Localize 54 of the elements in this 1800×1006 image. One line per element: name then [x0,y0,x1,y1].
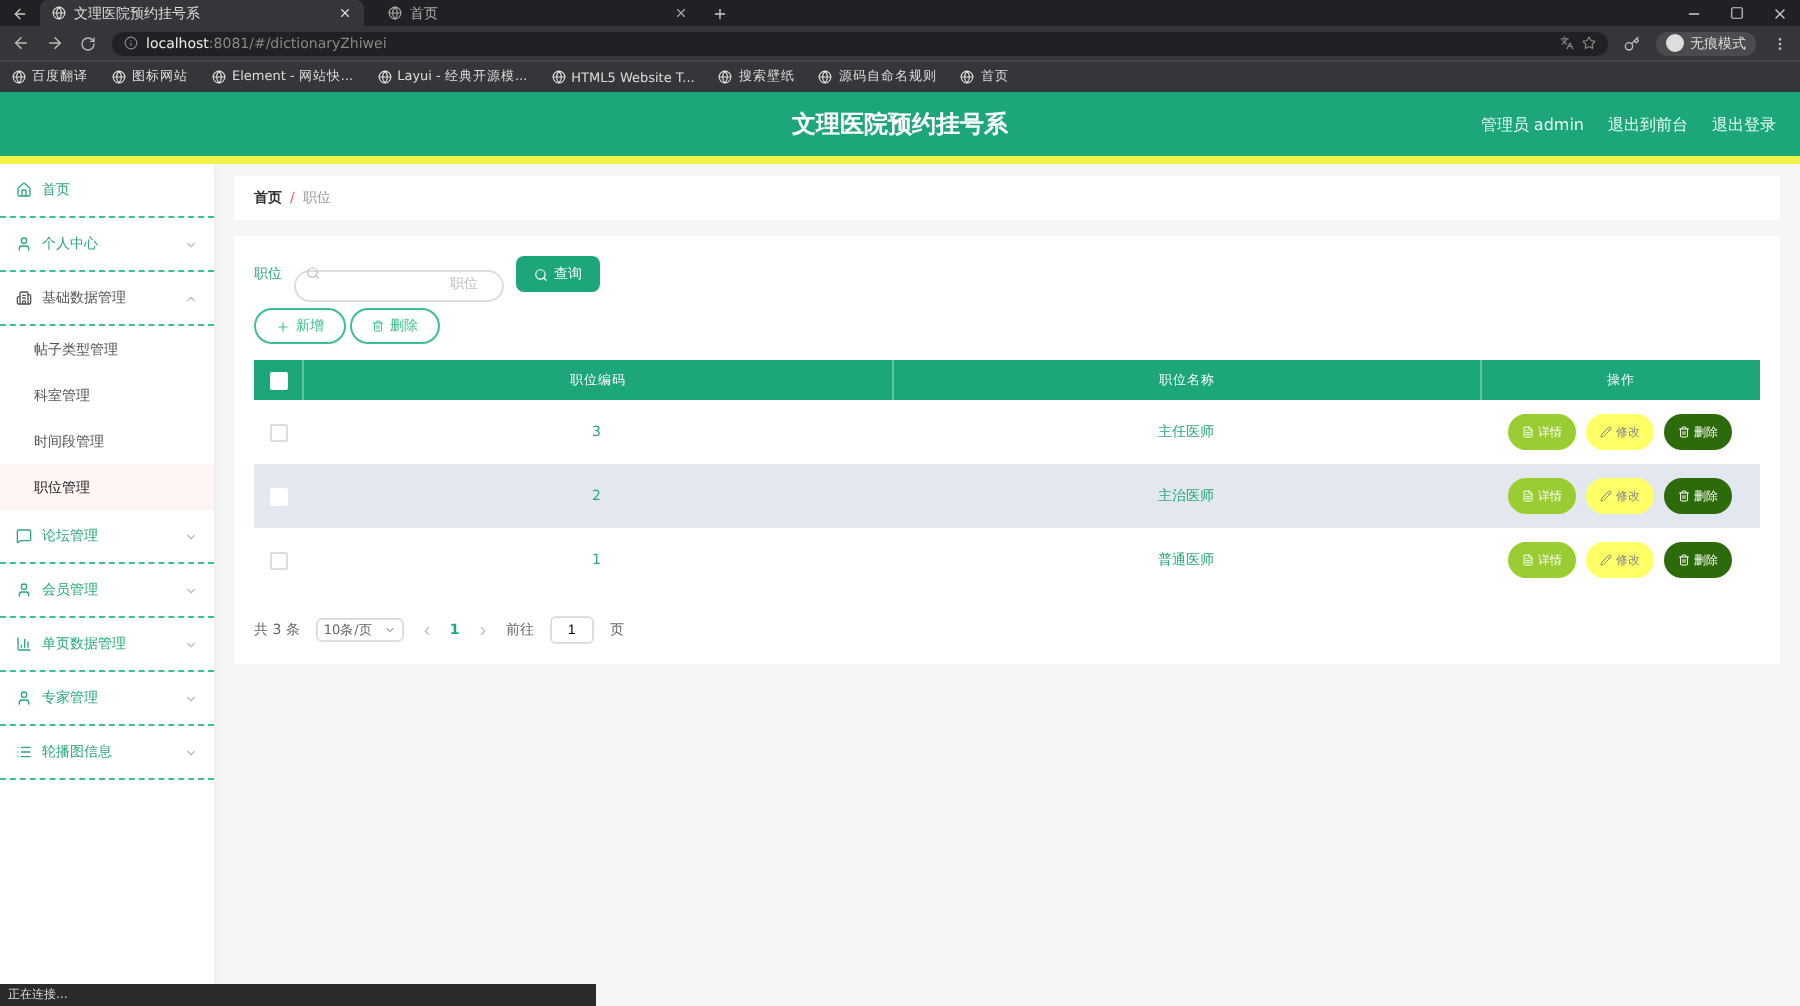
chevron-icon [184,637,198,651]
globe-icon [960,70,975,84]
back-icon[interactable] [12,34,30,52]
chat-icon [16,528,32,544]
document-icon [1522,554,1534,566]
user-icon [16,582,32,598]
reload-icon[interactable] [80,35,96,51]
plus-icon [276,319,290,333]
trash-icon [1678,554,1690,566]
document-icon [1522,426,1534,438]
search-icon [534,267,548,281]
globe-icon [12,70,26,84]
bar-chart-icon [16,636,32,652]
globe-icon [388,6,402,20]
user-icon [16,236,32,252]
pencil-icon [1600,426,1612,438]
forward-icon[interactable] [46,34,64,52]
home-icon [16,182,32,198]
translate-icon[interactable] [1560,36,1574,50]
chevron-icon [383,624,396,636]
globe-icon [718,70,733,84]
app-title: 文理医院预约挂号系 [792,107,1008,141]
globe-icon [212,70,226,84]
chevron-icon [184,291,198,305]
trash-icon [1678,490,1690,502]
new-tab-icon[interactable] [712,5,728,21]
trash-icon [372,320,384,332]
building-icon [16,290,32,306]
globe-icon [52,6,66,20]
list-icon [16,744,32,760]
globe-icon [112,70,126,84]
user-icon [16,690,32,706]
globe-icon [551,70,566,84]
chevron-icon [184,745,198,759]
chevron-icon [184,529,198,543]
trash-icon [1678,426,1690,438]
back-icon[interactable] [12,5,28,21]
globe-icon [377,70,392,84]
chevron-icon [184,691,198,705]
globe-icon [818,70,833,84]
info-icon[interactable] [124,36,138,50]
key-icon[interactable] [1624,35,1640,51]
document-icon [1522,490,1534,502]
pencil-icon [1600,554,1612,566]
pencil-icon [1600,490,1612,502]
search-icon [306,266,320,280]
chevron-icon [184,237,198,251]
close-icon[interactable] [674,6,688,20]
star-icon[interactable] [1582,36,1596,50]
chevron-icon [184,583,198,597]
checkbox[interactable] [269,551,287,569]
restore-icon[interactable] [1730,5,1744,19]
checkbox[interactable] [269,423,287,441]
close-icon[interactable] [1772,5,1788,21]
